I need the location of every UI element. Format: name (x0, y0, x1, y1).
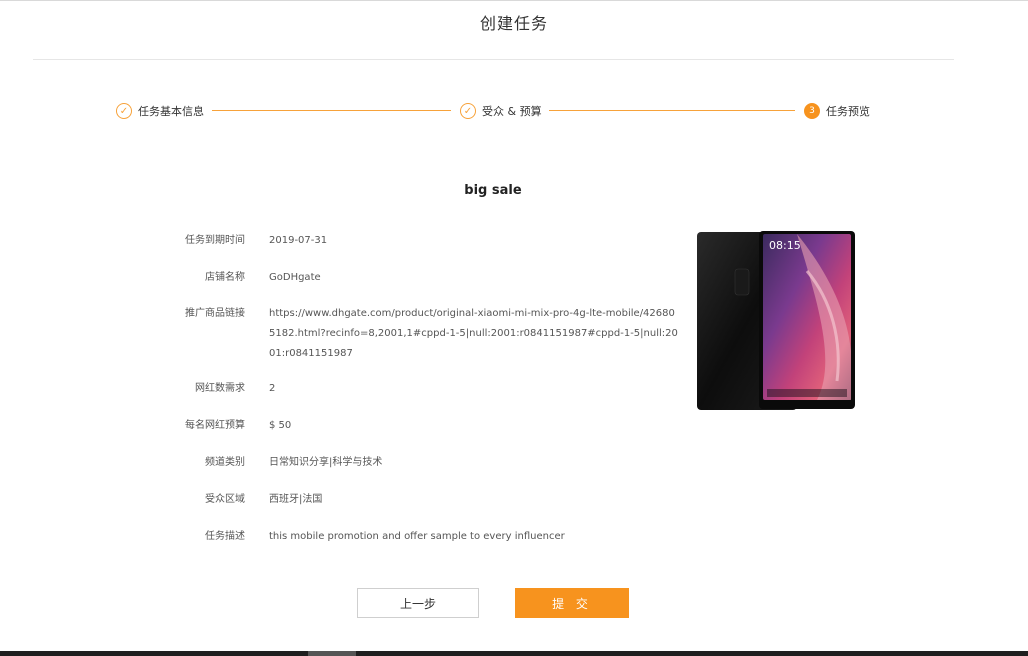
step-connector (212, 110, 451, 111)
page-title: 创建任务 (479, 14, 548, 33)
product-link[interactable]: https://www.dhgate.com/product/original-… (269, 304, 679, 364)
field-label: 任务到期时间 (185, 235, 245, 246)
field-label: 每名网红预算 (185, 420, 245, 431)
step-basic-info: ✓ 任务基本信息 (116, 102, 204, 120)
submit-button[interactable]: 提 交 (515, 588, 629, 618)
step-label: 任务基本信息 (138, 105, 204, 118)
step-number-badge: 3 (804, 103, 820, 119)
field-value: 日常知识分享|科学与技术 (269, 457, 383, 468)
field-value: $ 50 (269, 420, 292, 431)
check-icon: ✓ (116, 103, 132, 119)
check-icon: ✓ (460, 103, 476, 119)
field-value: GoDHgate (269, 272, 321, 283)
step-label: 任务预览 (826, 105, 870, 118)
taskbar (0, 651, 1028, 656)
step-label: 受众 & 预算 (482, 105, 542, 118)
field-label: 店铺名称 (205, 272, 245, 283)
step-connector (549, 110, 795, 111)
field-label: 任务描述 (205, 531, 245, 542)
field-value: this mobile promotion and offer sample t… (269, 531, 565, 542)
field-label: 网红数需求 (195, 383, 245, 394)
field-label: 频道类别 (205, 457, 245, 468)
previous-step-button[interactable]: 上一步 (357, 588, 479, 618)
task-name: big sale (464, 183, 522, 198)
field-value: 2 (269, 383, 276, 394)
field-value: 2019-07-31 (269, 235, 328, 246)
title-divider (33, 59, 954, 60)
field-value: 西班牙|法国 (269, 494, 323, 505)
phone-time: 08:15 (769, 239, 801, 252)
step-preview: 3 任务预览 (804, 102, 870, 120)
step-progress: ✓ 任务基本信息 ✓ 受众 & 预算 3 任务预览 (0, 98, 1028, 124)
field-label: 推广商品链接 (185, 308, 245, 319)
taskbar-segment (308, 651, 356, 656)
top-border (0, 0, 1028, 1)
step-audience-budget: ✓ 受众 & 预算 (460, 102, 542, 120)
field-label: 受众区域 (205, 494, 245, 505)
product-image: 08:15 (697, 231, 855, 410)
